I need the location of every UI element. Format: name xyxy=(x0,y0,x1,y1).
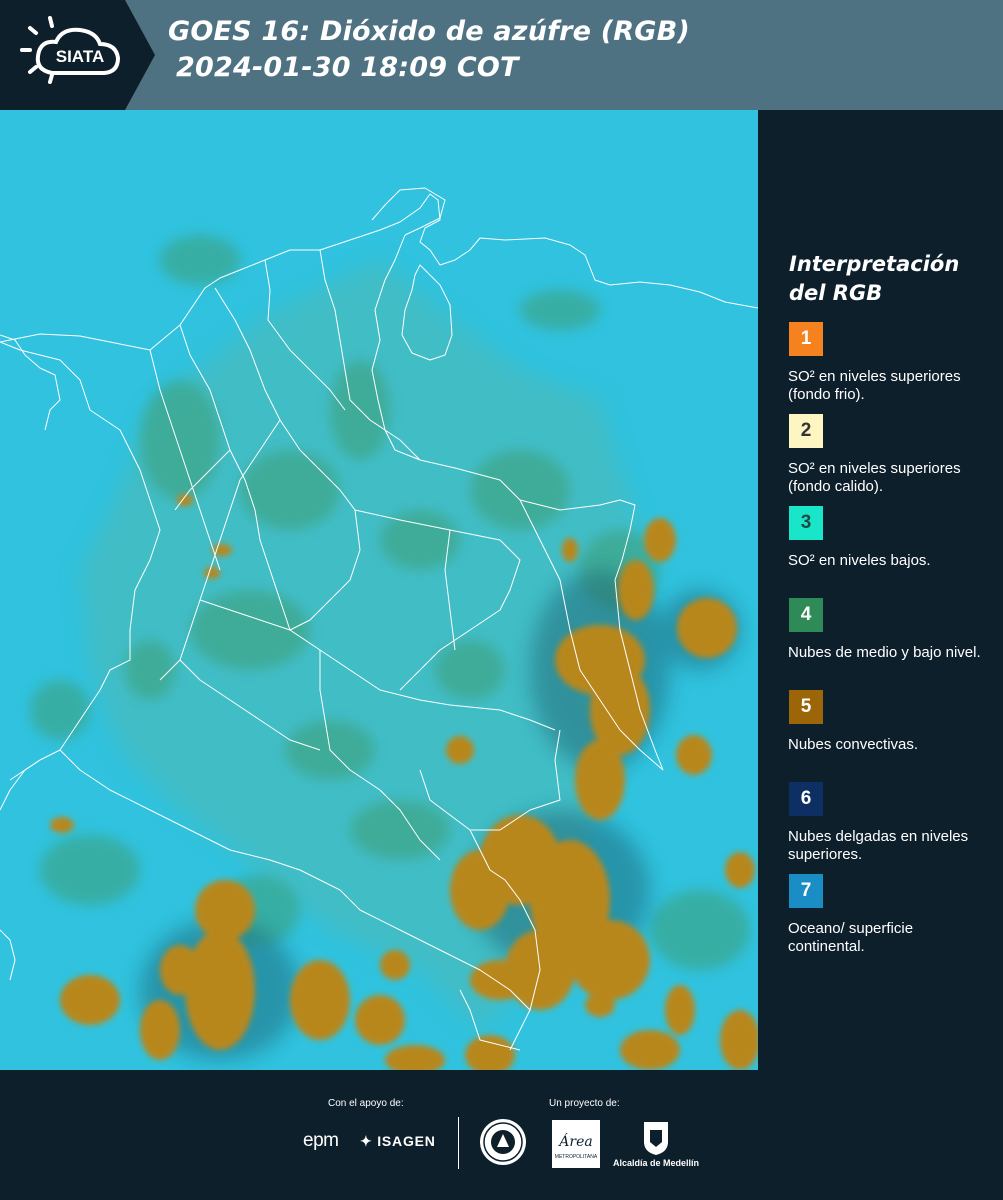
legend-item: 1 SO² en niveles superiores (fondo frio). xyxy=(778,322,993,414)
legend-swatch: 4 xyxy=(789,598,823,632)
legend-swatch: 2 xyxy=(789,414,823,448)
page-title: GOES 16: Dióxido de azúfre (RGB) 2024-01… xyxy=(168,14,690,86)
header-bar: SIATA GOES 16: Dióxido de azúfre (RGB) 2… xyxy=(0,0,1003,110)
alcaldia-shield-icon xyxy=(644,1122,668,1155)
title-line-2: 2024-01-30 18:09 COT xyxy=(176,52,519,83)
legend-label: SO² en niveles superiores (fondo calido)… xyxy=(788,460,961,495)
legend-item: 7 Oceano/ superficie continental. xyxy=(778,874,993,966)
isagen-label: ISAGEN xyxy=(377,1133,436,1149)
legend-swatch: 7 xyxy=(789,874,823,908)
epm-logo: epm xyxy=(303,1130,339,1151)
support-label: Con el apoyo de: xyxy=(328,1098,404,1109)
satellite-map xyxy=(0,110,758,1070)
legend-panel: Interpretación del RGB 1 SO² en niveles s… xyxy=(778,250,993,966)
legend-label: Nubes delgadas en niveles superiores. xyxy=(788,828,969,863)
legend-item: 6 Nubes delgadas en niveles superiores. xyxy=(778,782,993,874)
legend-label: Oceano/ superficie continental. xyxy=(788,920,914,955)
legend-title-line-2: del RGB xyxy=(789,281,883,305)
legend-swatch: 3 xyxy=(789,506,823,540)
siata-logo: SIATA xyxy=(0,0,155,110)
isagen-icon: ✦ xyxy=(360,1133,378,1149)
legend-items: 1 SO² en niveles superiores (fondo frio).… xyxy=(778,322,993,966)
legend-title: Interpretación del RGB xyxy=(789,250,993,308)
legend-swatch: 1 xyxy=(789,322,823,356)
map-canvas xyxy=(0,110,758,1070)
legend-label: Nubes convectivas. xyxy=(788,736,919,753)
legend-item: 3 SO² en niveles bajos. xyxy=(778,506,993,598)
footer: Con el apoyo de: Un proyecto de: epm ✦ I… xyxy=(0,1070,1003,1200)
isagen-logo: ✦ ISAGEN xyxy=(360,1133,436,1150)
legend-swatch: 6 xyxy=(789,782,823,816)
medellin-seal-icon xyxy=(480,1119,526,1165)
project-label: Un proyecto de: xyxy=(549,1098,620,1109)
alcaldia-label: Alcaldía de Medellín xyxy=(613,1158,700,1168)
area-logo-text: Área xyxy=(557,1132,592,1150)
legend-title-line-1: Interpretación xyxy=(789,252,960,276)
footer-divider xyxy=(458,1117,459,1169)
title-line-1: GOES 16: Dióxido de azúfre (RGB) xyxy=(168,16,690,47)
legend-label: SO² en niveles bajos. xyxy=(788,552,931,569)
area-metropolitana-logo: Área METROPOLITANA xyxy=(552,1120,600,1168)
legend-item: 5 Nubes convectivas. xyxy=(778,690,993,782)
legend-label: Nubes de medio y bajo nivel. xyxy=(788,644,981,661)
area-logo-sub: METROPOLITANA xyxy=(555,1154,598,1160)
legend-item: 2 SO² en niveles superiores (fondo calido… xyxy=(778,414,993,506)
legend-swatch: 5 xyxy=(789,690,823,724)
legend-label: SO² en niveles superiores (fondo frio). xyxy=(788,368,961,403)
logo-text: SIATA xyxy=(56,47,104,66)
legend-item: 4 Nubes de medio y bajo nivel. xyxy=(778,598,993,690)
